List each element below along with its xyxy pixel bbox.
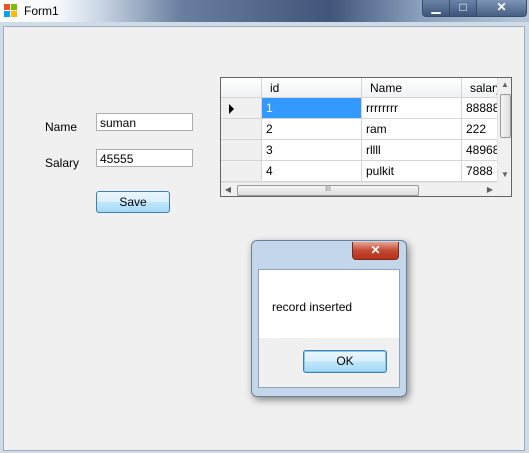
name-label: Name — [45, 120, 78, 134]
message-body: record inserted — [258, 269, 400, 338]
row-header[interactable] — [221, 119, 262, 140]
table-cell[interactable]: rrrrrrrr — [362, 98, 462, 119]
main-window: Form1 ▁ □ ✕ Name suman Salary 45555 Save… — [0, 0, 529, 453]
salary-label: Salary — [45, 156, 80, 170]
column-header-name[interactable]: Name — [362, 78, 462, 98]
scroll-left-icon[interactable]: ◀ — [221, 183, 235, 196]
row-pointer-icon — [229, 104, 234, 114]
table-cell[interactable]: 4 — [262, 161, 362, 182]
data-grid[interactable]: id Name salary 1 rrrrrrrr 88888 2 ram 22… — [220, 77, 512, 197]
salary-field[interactable]: 45555 — [96, 149, 193, 167]
grid-body: id Name salary 1 rrrrrrrr 88888 2 ram 22… — [221, 78, 511, 182]
table-cell[interactable]: 3 — [262, 140, 362, 161]
message-close-button[interactable]: ✕ — [352, 242, 399, 260]
name-field[interactable]: suman — [96, 113, 193, 131]
table-cell[interactable]: pulkit — [362, 161, 462, 182]
close-button[interactable]: ✕ — [476, 0, 527, 17]
table-cell[interactable]: rllll — [362, 140, 462, 161]
horizontal-scrollbar[interactable]: ◀ III ▶ — [221, 182, 497, 196]
app-icon — [4, 4, 18, 18]
row-header[interactable] — [221, 140, 262, 161]
message-box: ✕ record inserted OK — [251, 240, 407, 397]
scroll-up-icon[interactable]: ▲ — [498, 78, 511, 92]
scroll-right-icon[interactable]: ▶ — [483, 183, 497, 196]
row-header[interactable] — [221, 161, 262, 182]
horizontal-scroll-thumb[interactable]: III — [237, 185, 419, 196]
scrollbar-corner — [497, 182, 511, 196]
table-cell[interactable]: 2 — [262, 119, 362, 140]
title-bar[interactable]: Form1 ▁ □ ✕ — [0, 0, 529, 22]
maximize-button[interactable]: □ — [449, 0, 477, 17]
column-header-id[interactable]: id — [262, 78, 362, 98]
vertical-scrollbar[interactable]: ▲ ▼ — [497, 78, 511, 182]
grid-corner-header — [221, 78, 262, 98]
message-footer: OK — [258, 338, 400, 388]
ok-button[interactable]: OK — [303, 350, 387, 373]
minimize-button[interactable]: ▁ — [422, 0, 450, 17]
scroll-down-icon[interactable]: ▼ — [498, 168, 511, 182]
vertical-scroll-thumb[interactable] — [500, 94, 511, 138]
table-cell[interactable]: 1 — [262, 98, 362, 119]
message-text: record inserted — [272, 300, 353, 314]
save-button[interactable]: Save — [96, 191, 170, 213]
table-cell[interactable]: ram — [362, 119, 462, 140]
window-title: Form1 — [24, 4, 59, 18]
row-header[interactable] — [221, 98, 262, 119]
